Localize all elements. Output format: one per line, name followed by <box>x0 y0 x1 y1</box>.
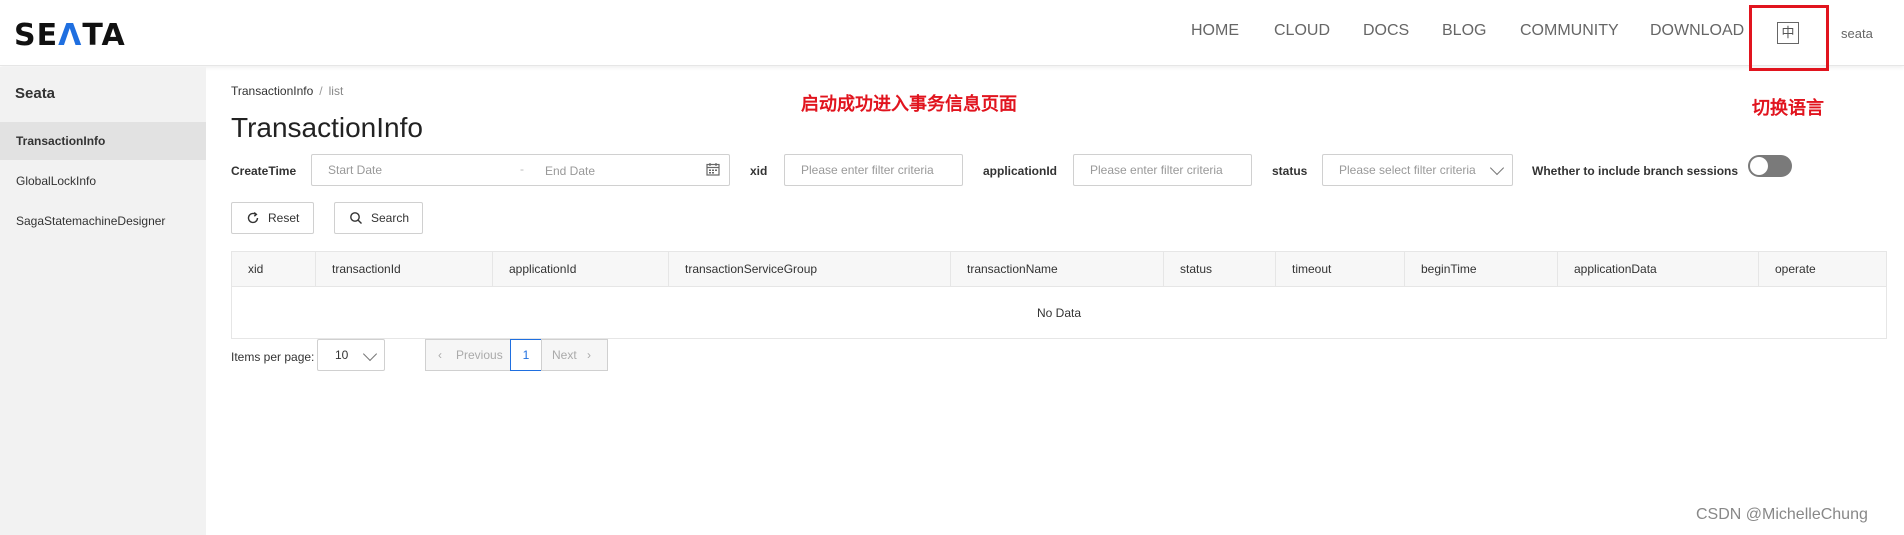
top-header: SEΛTA HOME CLOUD DOCS BLOG COMMUNITY DOW… <box>0 0 1904 71</box>
breadcrumb-current: list <box>328 84 344 98</box>
column-header-timeout: timeout <box>1276 252 1405 287</box>
logo-text-accent: Λ <box>58 18 83 53</box>
nav-community[interactable]: COMMUNITY <box>1520 22 1619 40</box>
logo-text-suffix: TA <box>82 18 126 53</box>
nav-blog[interactable]: BLOG <box>1442 22 1486 40</box>
column-header-xid: xid <box>232 252 316 287</box>
table-empty-message: No Data <box>1036 306 1082 320</box>
nav-cloud[interactable]: CLOUD <box>1274 22 1330 40</box>
calendar-icon[interactable] <box>706 162 720 176</box>
transaction-table: xid transactionId applicationId transact… <box>231 251 1887 339</box>
branch-sessions-label: Whether to include branch sessions <box>1532 164 1739 178</box>
annotation-main-note: 启动成功进入事务信息页面 <box>801 94 1017 114</box>
sidebar-item-globallockinfo[interactable]: GlobalLockInfo <box>0 162 206 200</box>
column-header-operate: operate <box>1775 262 1816 276</box>
search-button[interactable]: Search <box>334 202 423 234</box>
column-header-applicationdata: applicationData <box>1558 252 1759 287</box>
applicationid-label: applicationId <box>983 164 1058 178</box>
nav-home[interactable]: HOME <box>1191 22 1239 40</box>
search-icon <box>350 212 362 224</box>
reset-button[interactable]: Reset <box>231 202 314 234</box>
search-label: Search <box>371 211 410 225</box>
logo-text-prefix: SE <box>14 18 59 53</box>
status-select[interactable]: Please select filter criteria <box>1322 154 1513 186</box>
page-title: TransactionInfo <box>231 112 423 143</box>
column-header-transactionid: transactionId <box>316 252 493 287</box>
sidebar-item-sagastatemachinedesigner[interactable]: SagaStatemachineDesigner <box>0 202 206 240</box>
next-page-button[interactable]: Next › <box>541 339 608 371</box>
watermark: CSDN @MichelleChung <box>1696 506 1868 523</box>
seata-logo[interactable]: SEΛTA <box>14 18 126 53</box>
nav-docs[interactable]: DOCS <box>1363 22 1409 40</box>
breadcrumb-separator: / <box>319 84 323 98</box>
start-date-placeholder: Start Date <box>328 163 383 177</box>
next-label: Next <box>552 348 577 362</box>
chevron-left-icon: ‹ <box>438 348 442 362</box>
xid-label: xid <box>750 164 768 178</box>
breadcrumb-parent[interactable]: TransactionInfo <box>231 84 313 98</box>
column-header-applicationid: applicationId <box>493 252 669 287</box>
previous-label: Previous <box>456 348 503 362</box>
toggle-knob <box>1750 157 1768 175</box>
items-per-page-value: 10 <box>335 348 349 362</box>
previous-page-button[interactable]: ‹ Previous <box>425 339 511 371</box>
applicationid-input[interactable]: Please enter filter criteria <box>1073 154 1252 186</box>
nav-download[interactable]: DOWNLOAD <box>1650 22 1744 40</box>
table-header: xid transactionId applicationId transact… <box>232 252 1886 287</box>
createtime-label: CreateTime <box>231 164 297 178</box>
chevron-right-icon: › <box>587 348 591 362</box>
page-number-current[interactable]: 1 <box>510 339 542 371</box>
status-label: status <box>1272 164 1308 178</box>
end-date-placeholder: End Date <box>545 164 596 178</box>
user-name[interactable]: seata <box>1841 26 1873 41</box>
breadcrumb: TransactionInfo / list <box>231 84 343 98</box>
sidebar: Seata TransactionInfo GlobalLockInfo Sag… <box>0 67 206 535</box>
column-header-begintime: beginTime <box>1405 252 1558 287</box>
items-per-page-label: Items per page: <box>231 350 315 364</box>
reset-label: Reset <box>268 211 300 225</box>
sidebar-title: Seata <box>15 85 56 102</box>
sidebar-item-transactioninfo[interactable]: TransactionInfo <box>0 122 206 160</box>
branch-sessions-toggle[interactable] <box>1748 155 1792 177</box>
xid-input[interactable]: Please enter filter criteria <box>784 154 963 186</box>
date-separator: - <box>520 162 524 176</box>
column-header-transactionname: transactionName <box>951 252 1164 287</box>
annotation-lang-note: 切换语言 <box>1752 98 1824 118</box>
language-switch-icon[interactable]: 中 <box>1777 22 1799 44</box>
column-header-transactionservicegroup: transactionServiceGroup <box>669 252 951 287</box>
reset-icon <box>247 212 259 224</box>
column-header-status: status <box>1164 252 1276 287</box>
